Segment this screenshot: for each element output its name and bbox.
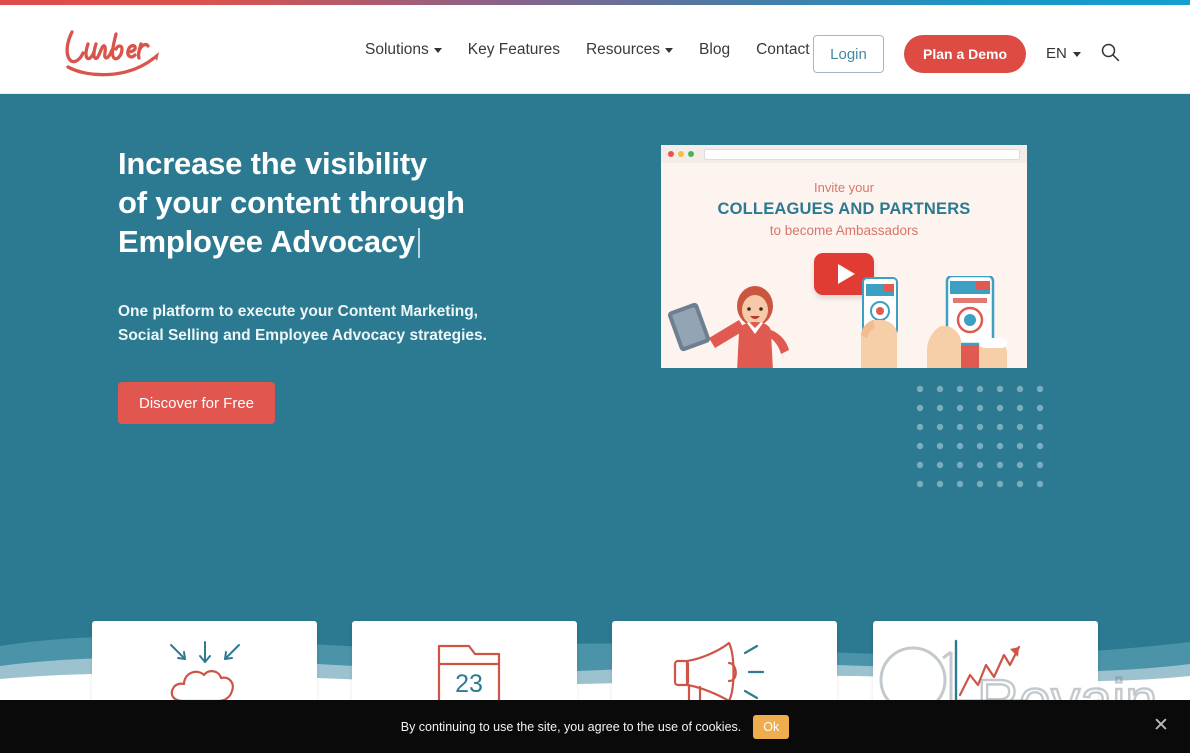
- login-button[interactable]: Login: [813, 35, 884, 73]
- nav-label: Key Features: [467, 40, 560, 58]
- growth-chart-icon: [934, 621, 1038, 700]
- chevron-down-icon: [1072, 52, 1081, 57]
- subhead-line-1: One platform to execute your Content Mar…: [118, 303, 478, 321]
- feature-card-measure[interactable]: Measure: [873, 621, 1098, 700]
- ambassadors-illustration: [667, 276, 1007, 368]
- megaphone-icon: [667, 621, 783, 700]
- headline-line-2: of your content through: [118, 185, 465, 221]
- language-selector[interactable]: EN: [1046, 45, 1081, 62]
- site-header: Solutions Key Features Resources Blog Co…: [0, 5, 1190, 94]
- calendar-folder-icon: 23: [413, 621, 517, 700]
- cookie-ok-button[interactable]: Ok: [753, 714, 790, 739]
- subhead-line-2: Social Selling and Employee Advocacy str…: [118, 327, 487, 345]
- traffic-light-green-icon: [688, 151, 694, 157]
- hero-headline: Increase the visibility of your content …: [118, 144, 638, 261]
- main-nav: Solutions Key Features Resources Blog Co…: [352, 5, 846, 94]
- nav-item-blog[interactable]: Blog: [686, 42, 743, 58]
- nav-label: Resources: [585, 40, 661, 58]
- hero-subheadline: One platform to execute your Content Mar…: [118, 300, 638, 348]
- video-caption-line-3: to become Ambassadors: [769, 223, 919, 238]
- page-root: Solutions Key Features Resources Blog Co…: [0, 0, 1190, 753]
- feature-card-amplify[interactable]: Amplify: [612, 621, 837, 700]
- chevron-down-icon: [433, 48, 442, 53]
- nav-item-resources[interactable]: Resources: [573, 42, 686, 58]
- close-icon[interactable]: ✕: [1150, 715, 1172, 737]
- svg-text:23: 23: [455, 670, 483, 698]
- nav-label: Blog: [699, 40, 731, 58]
- address-bar: [704, 148, 1020, 160]
- nav-label: Solutions: [365, 40, 429, 58]
- headline-line-3-wrap: Employee Advocacy: [118, 222, 638, 261]
- cookie-consent-bar: By continuing to use the site, you agree…: [0, 700, 1190, 753]
- search-icon[interactable]: [1100, 42, 1120, 62]
- nav-item-solutions[interactable]: Solutions: [352, 42, 455, 58]
- language-label: EN: [1046, 45, 1067, 62]
- nav-item-key-features[interactable]: Key Features: [455, 42, 573, 58]
- headline-line-3: Employee Advocacy: [118, 224, 415, 260]
- limber-logo[interactable]: [58, 22, 168, 80]
- traffic-light-yellow-icon: [678, 151, 684, 157]
- hero-section: Increase the visibility of your content …: [0, 94, 1190, 700]
- video-caption-line-1: Invite your: [814, 180, 874, 195]
- headline-line-1: Increase the visibility: [118, 146, 427, 181]
- video-preview-card[interactable]: Invite your COLLEAGUES AND PARTNERS to b…: [658, 142, 1030, 371]
- browser-chrome-bar: [661, 145, 1027, 163]
- feature-card-centralize[interactable]: Centralize: [92, 621, 317, 700]
- video-thumbnail: Invite your COLLEAGUES AND PARTNERS to b…: [661, 163, 1027, 368]
- discover-for-free-button[interactable]: Discover for Free: [118, 382, 276, 425]
- hero-text-block: Increase the visibility of your content …: [118, 144, 638, 425]
- video-caption-line-2: COLLEAGUES AND PARTNERS: [717, 200, 971, 218]
- chevron-down-icon: [665, 48, 674, 53]
- traffic-light-red-icon: [668, 151, 674, 157]
- cloud-download-icon: [153, 621, 257, 700]
- cookie-message: By continuing to use the site, you agree…: [400, 719, 742, 734]
- typing-cursor-icon: [417, 228, 420, 259]
- dot-grid-decoration: [916, 385, 1044, 488]
- feature-cards-row: Centralize 23 Plan: [0, 621, 1190, 700]
- plan-a-demo-button[interactable]: Plan a Demo: [904, 35, 1026, 73]
- feature-card-plan[interactable]: 23 Plan: [352, 621, 577, 700]
